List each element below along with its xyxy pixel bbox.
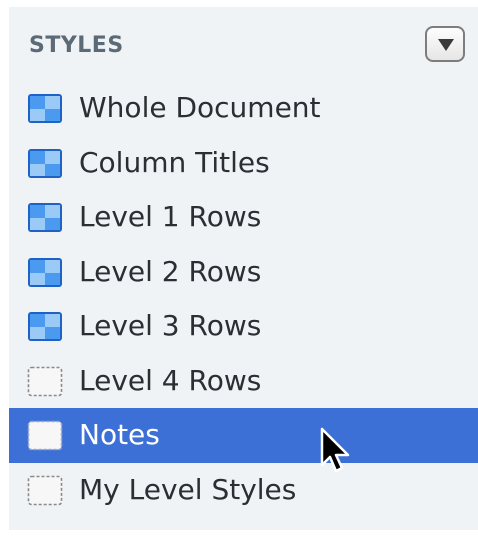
styles-section-title: STYLES [29, 33, 124, 58]
empty-style-icon [27, 366, 63, 396]
style-list: Whole Document Column Titles Level 1 Row… [9, 81, 478, 517]
filled-style-icon [28, 312, 62, 341]
style-item-label: Level 3 Rows [79, 309, 262, 342]
style-item-label: Whole Document [79, 91, 321, 124]
filled-style-icon [28, 94, 62, 123]
style-item-label: Level 2 Rows [79, 254, 262, 288]
style-item-level-2-rows[interactable]: Level 2 Rows [9, 245, 478, 300]
style-item-level-3-rows[interactable]: Level 3 Rows [9, 299, 478, 354]
style-item-column-titles[interactable]: Column Titles [9, 136, 478, 191]
mouse-pointer-icon [320, 427, 350, 473]
style-item-level-4-rows[interactable]: Level 4 Rows [9, 354, 478, 409]
style-item-whole-document[interactable]: Whole Document [9, 81, 478, 136]
style-item-label: Level 4 Rows [79, 363, 262, 397]
empty-style-icon [27, 475, 63, 505]
style-item-notes[interactable]: Notes [9, 408, 478, 463]
style-item-label: Level 1 Rows [79, 200, 262, 233]
styles-menu-button[interactable] [425, 26, 465, 62]
style-item-label: Notes [79, 418, 160, 451]
styles-header: STYLES [9, 7, 478, 81]
filled-style-icon [28, 148, 62, 178]
filled-style-icon [28, 203, 62, 232]
styles-sidebar: STYLES Whole Document Column Titles Leve… [9, 7, 478, 530]
style-item-label: Column Titles [79, 145, 270, 179]
style-item-level-1-rows[interactable]: Level 1 Rows [9, 190, 478, 245]
filled-style-icon [28, 257, 62, 287]
style-item-my-level-styles[interactable]: My Level Styles [9, 463, 478, 518]
triangle-down-icon [438, 39, 454, 51]
style-item-label: My Level Styles [79, 472, 297, 506]
empty-style-icon [27, 420, 63, 451]
